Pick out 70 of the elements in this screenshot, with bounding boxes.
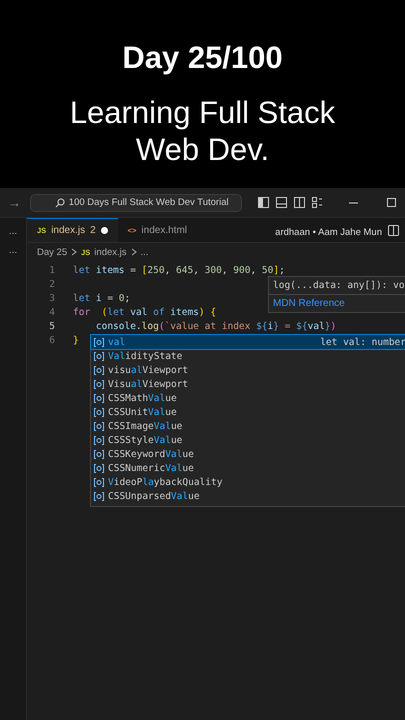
line-number: 5 — [48, 320, 56, 332]
variable-icon — [94, 380, 104, 388]
caption-subtitle: Learning Full Stack Web Dev. — [68, 94, 336, 168]
variable-icon — [94, 436, 104, 444]
suggestion-label: visualViewport — [108, 364, 188, 376]
suggestion-item[interactable]: CSSMathValue — [91, 391, 405, 405]
variable-icon — [94, 478, 104, 486]
variable-icon — [94, 422, 104, 430]
function-signature: log(...data: any[]): vo — [269, 277, 405, 295]
sidebar-toggle-icon — [258, 197, 269, 208]
suggestion-label: CSSUnparsedValue — [108, 490, 200, 502]
more-actions[interactable]: ... — [8, 226, 18, 237]
variable-icon — [94, 366, 104, 374]
suggestion-label: CSSImageValue — [108, 420, 182, 432]
suggestion-item[interactable]: CSSUnparsedValue — [91, 489, 405, 503]
breadcrumb-item[interactable]: ... — [140, 246, 148, 258]
problem-count: 2 — [90, 225, 96, 236]
breadcrumb-item[interactable]: Day 25 — [37, 246, 68, 258]
search-icon — [54, 198, 65, 208]
variable-icon — [94, 394, 104, 402]
mdn-reference-link[interactable]: MDN Reference — [269, 295, 349, 312]
more-actions[interactable]: ... — [8, 245, 18, 256]
suggestion-label: VideoPlaybackQuality — [108, 476, 222, 488]
suggestion-label: CSSKeywordValue — [108, 448, 194, 460]
variable-icon — [94, 464, 104, 472]
suggestion-label: CSSMathValue — [108, 392, 177, 404]
suggestion-item[interactable]: CSSUnitValue — [91, 405, 405, 419]
code-line: let i = 0; — [73, 292, 130, 304]
line-number: 3 — [48, 292, 56, 304]
suggestion-label: val — [108, 336, 126, 348]
variable-icon — [94, 408, 104, 416]
suggestion-item[interactable]: ValidityState — [91, 349, 405, 363]
suggestion-item[interactable]: CSSNumericValue — [91, 461, 405, 475]
suggestion-item[interactable]: visualViewport — [91, 363, 405, 377]
chevron-icon — [130, 248, 137, 256]
suggestion-item[interactable]: VisualViewport — [91, 377, 405, 391]
suggestion-item[interactable]: VideoPlaybackQuality — [91, 475, 405, 489]
variable-icon — [94, 492, 104, 500]
variable-icon — [94, 450, 104, 458]
suggestion-label: CSSStyleValue — [108, 434, 182, 446]
maximize-icon[interactable] — [386, 197, 397, 208]
music-label: ardhaan • Aam Jahe Mun — [275, 227, 382, 240]
suggestion-item[interactable]: CSSKeywordValue — [91, 447, 405, 461]
tab-label: index.html — [141, 225, 187, 236]
line-number: 2 — [48, 278, 56, 290]
suggestion-item[interactable]: CSSStyleValue — [91, 433, 405, 447]
variable-icon — [94, 352, 104, 360]
split-editor-icon[interactable] — [388, 224, 399, 236]
line-number: 6 — [48, 334, 56, 346]
suggestion-label: ValidityState — [108, 350, 182, 362]
code-line: } — [73, 334, 79, 346]
suggestion-label: CSSUnitValue — [108, 406, 177, 418]
line-number: 1 — [48, 264, 56, 276]
tab-label: index.js — [51, 225, 86, 236]
breadcrumb-item[interactable]: index.js — [94, 246, 127, 258]
suggestion-item[interactable]: CSSImageValue — [91, 419, 405, 433]
panel-toggle-icon — [276, 197, 287, 208]
line-number: 4 — [48, 306, 56, 318]
code-line: for (let val of items) { — [73, 306, 216, 318]
chevron-icon — [71, 248, 78, 256]
back-arrow[interactable]: → — [8, 195, 22, 210]
layout-grid-icon — [312, 197, 323, 208]
split-layout-icon — [294, 197, 305, 208]
suggestion-label: CSSNumericValue — [108, 462, 194, 474]
suggestion-label: VisualViewport — [108, 378, 188, 390]
search-field[interactable]: 100 Days Full Stack Web Dev Tutorial — [30, 194, 242, 212]
code-line: console.log(`value at index ${i} = ${val}) — [94, 320, 336, 332]
variable-icon — [94, 338, 104, 346]
caption-title: Day 25/100 — [122, 40, 283, 76]
code-line: let items = [250, 645, 300, 900, 50]; — [73, 264, 285, 276]
